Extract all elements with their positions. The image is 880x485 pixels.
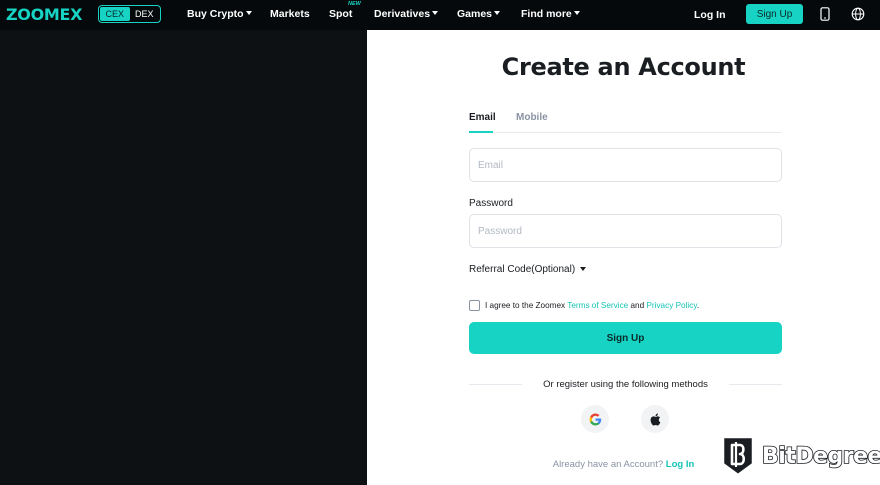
nav-spot[interactable]: Spot: [329, 8, 352, 20]
privacy-policy-link[interactable]: Privacy Policy: [646, 301, 696, 310]
signup-panel: Create an Account Email Mobile Password …: [367, 30, 880, 485]
agree-checkbox[interactable]: [469, 300, 480, 311]
chevron-down-icon: [245, 11, 252, 15]
nav-buy-crypto[interactable]: Buy Crypto: [187, 8, 252, 20]
login-link-bottom[interactable]: Log In: [666, 459, 695, 470]
bitdegree-shield-icon: [721, 435, 755, 477]
agree-text: I agree to the Zoomex Terms of Service a…: [485, 301, 700, 310]
page-title: Create an Account: [501, 53, 746, 81]
globe-icon[interactable]: [851, 7, 865, 21]
dex-toggle[interactable]: DEX: [130, 7, 160, 21]
divider: [469, 384, 522, 385]
apple-icon: [650, 413, 661, 426]
chevron-down-icon: [573, 11, 580, 15]
chevron-down-icon: [580, 267, 587, 271]
tab-mobile[interactable]: Mobile: [516, 112, 548, 124]
divider-text: Or register using the following methods: [543, 379, 708, 390]
new-badge: NEW: [348, 1, 361, 7]
nav-markets[interactable]: Markets: [270, 8, 310, 20]
nav-games[interactable]: Games: [457, 8, 501, 20]
email-input[interactable]: [469, 148, 782, 182]
signup-tabs: Email Mobile: [469, 112, 782, 133]
signup-button[interactable]: Sign Up: [469, 322, 782, 354]
top-navigation: ZOOMEX CEX DEX Buy Crypto Markets Spot N…: [0, 0, 880, 30]
chevron-down-icon: [432, 11, 439, 15]
watermark-text: BitDegree: [761, 443, 880, 470]
zoomex-logo[interactable]: ZOOMEX: [6, 6, 83, 23]
signup-button-top[interactable]: Sign Up: [746, 4, 803, 24]
left-panel: [0, 30, 367, 485]
mobile-icon[interactable]: [818, 7, 832, 21]
password-input[interactable]: [469, 214, 782, 248]
tab-email[interactable]: Email: [469, 112, 496, 124]
cex-toggle[interactable]: CEX: [100, 7, 130, 21]
terms-of-service-link[interactable]: Terms of Service: [567, 301, 628, 310]
google-signup-button[interactable]: [581, 405, 609, 433]
cex-dex-switch[interactable]: CEX DEX: [98, 5, 161, 23]
nav-derivatives[interactable]: Derivatives: [374, 8, 439, 20]
bitdegree-watermark: BitDegree: [720, 434, 880, 478]
nav-find-more[interactable]: Find more: [521, 8, 580, 20]
divider: [729, 384, 782, 385]
password-label: Password: [469, 198, 513, 209]
google-icon: [589, 413, 601, 425]
login-link[interactable]: Log In: [694, 9, 726, 21]
apple-signup-button[interactable]: [641, 405, 669, 433]
chevron-down-icon: [494, 11, 501, 15]
active-tab-indicator: [469, 131, 493, 133]
referral-code-toggle[interactable]: Referral Code(Optional): [469, 264, 587, 275]
